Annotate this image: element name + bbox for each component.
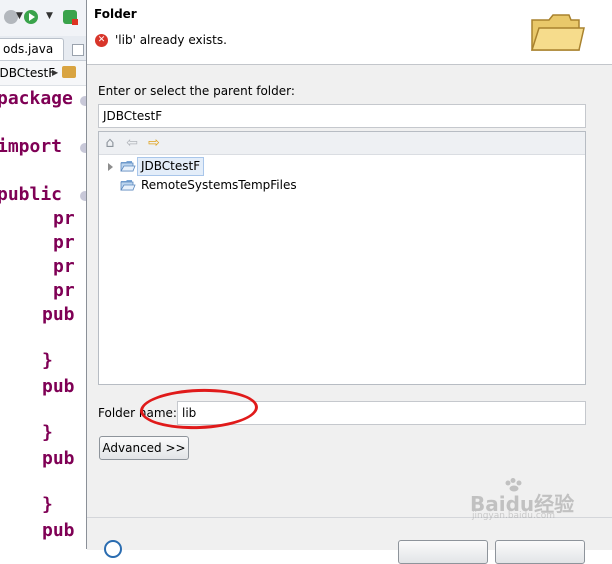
code-line: } bbox=[42, 350, 53, 371]
code-line: pr bbox=[53, 232, 75, 253]
expand-arrow-icon[interactable] bbox=[108, 163, 113, 171]
breadcrumb-separator-icon: ▶ bbox=[52, 68, 59, 77]
tree-item-jdbctestf[interactable]: JDBCtestF bbox=[108, 157, 205, 176]
advanced-button[interactable]: Advanced >> bbox=[99, 436, 189, 460]
code-line: pr bbox=[53, 208, 75, 229]
editor-tab-bar: ods.java bbox=[0, 36, 86, 61]
cancel-button[interactable] bbox=[495, 540, 585, 564]
code-line: pub bbox=[42, 304, 75, 325]
maximize-icon[interactable] bbox=[72, 44, 84, 56]
breadcrumb-project[interactable]: JDBCtestF bbox=[0, 61, 55, 85]
package-icon[interactable] bbox=[62, 66, 76, 78]
parent-folder-input[interactable]: JDBCtestF bbox=[98, 104, 586, 128]
code-line: pr bbox=[53, 280, 75, 301]
breadcrumb: JDBCtestF ▶ bbox=[0, 61, 86, 86]
tree-item-remotesystemstempfiles[interactable]: RemoteSystemsTempFiles bbox=[108, 176, 297, 195]
dropdown-arrow-icon[interactable]: ▼ bbox=[46, 11, 53, 21]
code-line: package bbox=[0, 88, 73, 109]
run-icon[interactable] bbox=[24, 10, 38, 24]
parent-folder-label: Enter or select the parent folder: bbox=[98, 84, 295, 98]
forward-icon[interactable]: ⇨ bbox=[146, 135, 162, 151]
folder-banner-icon bbox=[530, 14, 585, 51]
new-folder-dialog: Folder ✕ 'lib' already exists. Enter or … bbox=[86, 0, 612, 564]
help-icon[interactable] bbox=[104, 540, 122, 558]
background-editor: ▼ ▼ ods.java JDBCtestF ▶ package import … bbox=[0, 0, 86, 549]
tree-item-label: RemoteSystemsTempFiles bbox=[141, 178, 297, 192]
code-line: import bbox=[0, 136, 63, 157]
dropdown-arrow-icon[interactable]: ▼ bbox=[16, 11, 23, 21]
editor-tab[interactable]: ods.java bbox=[0, 38, 65, 60]
folder-name-input[interactable]: lib bbox=[177, 401, 586, 425]
dialog-title: Folder bbox=[94, 7, 137, 21]
home-icon[interactable]: ⌂ bbox=[102, 135, 118, 151]
code-line: pub bbox=[42, 448, 75, 469]
code-line: public bbox=[0, 184, 63, 205]
code-line: } bbox=[42, 494, 53, 515]
code-line: } bbox=[42, 422, 53, 443]
code-line: pub bbox=[42, 376, 75, 397]
watermark-url: jingyan.baidu.com bbox=[472, 511, 556, 521]
error-icon: ✕ bbox=[95, 34, 108, 47]
dialog-header: Folder ✕ 'lib' already exists. bbox=[87, 0, 612, 65]
advanced-button-label: Advanced >> bbox=[102, 441, 186, 455]
open-folder-icon bbox=[120, 161, 136, 172]
folder-name-value: lib bbox=[182, 406, 197, 420]
parent-folder-value: JDBCtestF bbox=[103, 109, 163, 123]
open-folder-icon bbox=[120, 180, 136, 191]
error-message: 'lib' already exists. bbox=[115, 33, 227, 47]
editor-toolbar: ▼ ▼ bbox=[0, 0, 86, 37]
dialog-body: Enter or select the parent folder: JDBCt… bbox=[87, 65, 612, 517]
tree-item-label: JDBCtestF bbox=[137, 157, 205, 176]
code-line: pr bbox=[53, 256, 75, 277]
watermark: Baidu经验 jingyan.baidu.com bbox=[470, 478, 595, 526]
back-icon[interactable]: ⇦ bbox=[124, 135, 140, 151]
editor-tab-label: ods.java bbox=[3, 42, 54, 56]
folder-tree[interactable]: ⌂ ⇦ ⇨ JDBCtestF RemoteSystemsTempFiles bbox=[98, 131, 586, 385]
tree-toolbar: ⌂ ⇦ ⇨ bbox=[99, 132, 585, 155]
folder-name-label: Folder name: bbox=[98, 406, 177, 420]
finish-button[interactable] bbox=[398, 540, 488, 564]
debug-icon[interactable] bbox=[63, 10, 78, 25]
code-line: pub bbox=[42, 520, 75, 541]
